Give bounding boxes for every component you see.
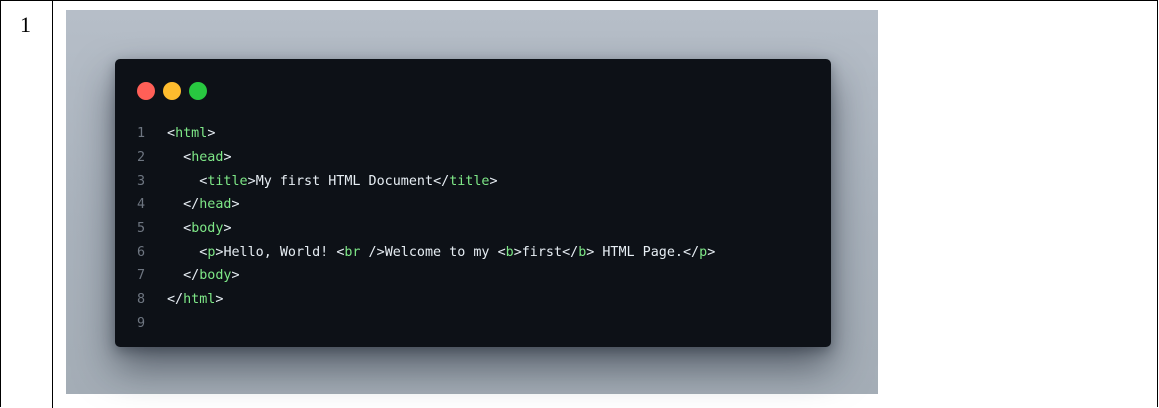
code-line: 1 <html> <box>115 122 831 146</box>
code-punctuation: > <box>247 173 256 189</box>
code-punctuation: > <box>231 197 240 213</box>
code-text: Welcome to my <box>384 244 498 260</box>
close-button[interactable] <box>137 82 155 100</box>
line-text: <head> <box>145 150 232 166</box>
line-number: 7 <box>136 268 145 284</box>
code-area: 1 <html> 2 <head> 3 <title>My first HTML Do… <box>115 122 831 335</box>
line-text: </head> <box>145 197 240 213</box>
code-punctuation: > <box>707 244 716 260</box>
code-line: 9 <box>115 312 831 336</box>
code-punctuation: </ <box>562 244 579 260</box>
code-punctuation: > <box>231 268 240 284</box>
code-punctuation: </ <box>183 268 200 284</box>
code-tag-name: title <box>207 173 248 189</box>
code-punctuation: < <box>183 150 192 166</box>
code-punctuation: </ <box>167 292 184 308</box>
code-tag-name: body <box>191 221 224 237</box>
code-tag-name: html <box>175 126 208 142</box>
code-punctuation: < <box>497 244 506 260</box>
line-number: 8 <box>136 292 145 308</box>
code-punctuation: > <box>207 126 216 142</box>
code-punctuation: < <box>183 221 192 237</box>
code-line: 3 <title>My first HTML Document</title> <box>115 169 831 193</box>
code-punctuation: > <box>513 244 522 260</box>
line-text: </body> <box>145 268 240 284</box>
maximize-button[interactable] <box>189 82 207 100</box>
code-punctuation: > <box>223 150 232 166</box>
line-number: 2 <box>136 150 145 166</box>
line-text: </html> <box>145 292 223 307</box>
code-window: 1 <html> 2 <head> 3 <title>My first HTML Do… <box>115 59 831 347</box>
code-tag-name: html <box>183 292 216 308</box>
code-punctuation: </ <box>433 173 450 189</box>
code-line: 5 <body> <box>115 217 831 241</box>
line-number: 9 <box>136 315 145 331</box>
code-text: HTML Page. <box>594 244 683 260</box>
line-number: 4 <box>136 197 145 213</box>
code-text: first <box>521 244 563 260</box>
row-number: 1 <box>20 12 31 37</box>
code-tag-name: head <box>191 150 224 166</box>
code-line: 2 <head> <box>115 146 831 170</box>
traffic-lights <box>137 82 207 100</box>
code-text: Hello, World! <box>223 244 337 260</box>
code-tag-name: b <box>505 244 514 260</box>
code-punctuation: > <box>489 173 498 189</box>
code-punctuation: > <box>215 292 224 308</box>
code-punctuation: </ <box>183 197 200 213</box>
code-line: 6 <p>Hello, World! <br />Welcome to my <… <box>115 240 831 264</box>
code-line: 4 </head> <box>115 193 831 217</box>
line-number: 6 <box>136 244 145 260</box>
line-text: <title>My first HTML Document</title> <box>145 173 498 189</box>
line-number: 1 <box>136 126 145 142</box>
code-tag-name: p <box>699 244 708 260</box>
code-tag-name: body <box>199 268 232 284</box>
code-tag-name: head <box>199 197 232 213</box>
line-number: 3 <box>136 173 145 189</box>
line-text: <body> <box>145 221 232 237</box>
code-punctuation: < <box>167 126 176 142</box>
code-tag-name: title <box>449 173 490 189</box>
table-column-divider <box>52 0 53 408</box>
code-text: My first HTML Document <box>255 173 434 189</box>
code-line: 7 </body> <box>115 264 831 288</box>
code-punctuation: </ <box>683 244 700 260</box>
line-text: <html> <box>145 126 215 141</box>
line-number: 5 <box>136 221 145 237</box>
code-punctuation: > <box>223 221 232 237</box>
code-tag-name: br <box>344 244 361 260</box>
minimize-button[interactable] <box>163 82 181 100</box>
line-text: <p>Hello, World! <br />Welcome to my <b>… <box>145 245 715 260</box>
code-line: 8 </html> <box>115 288 831 312</box>
code-punctuation: /> <box>360 244 385 260</box>
